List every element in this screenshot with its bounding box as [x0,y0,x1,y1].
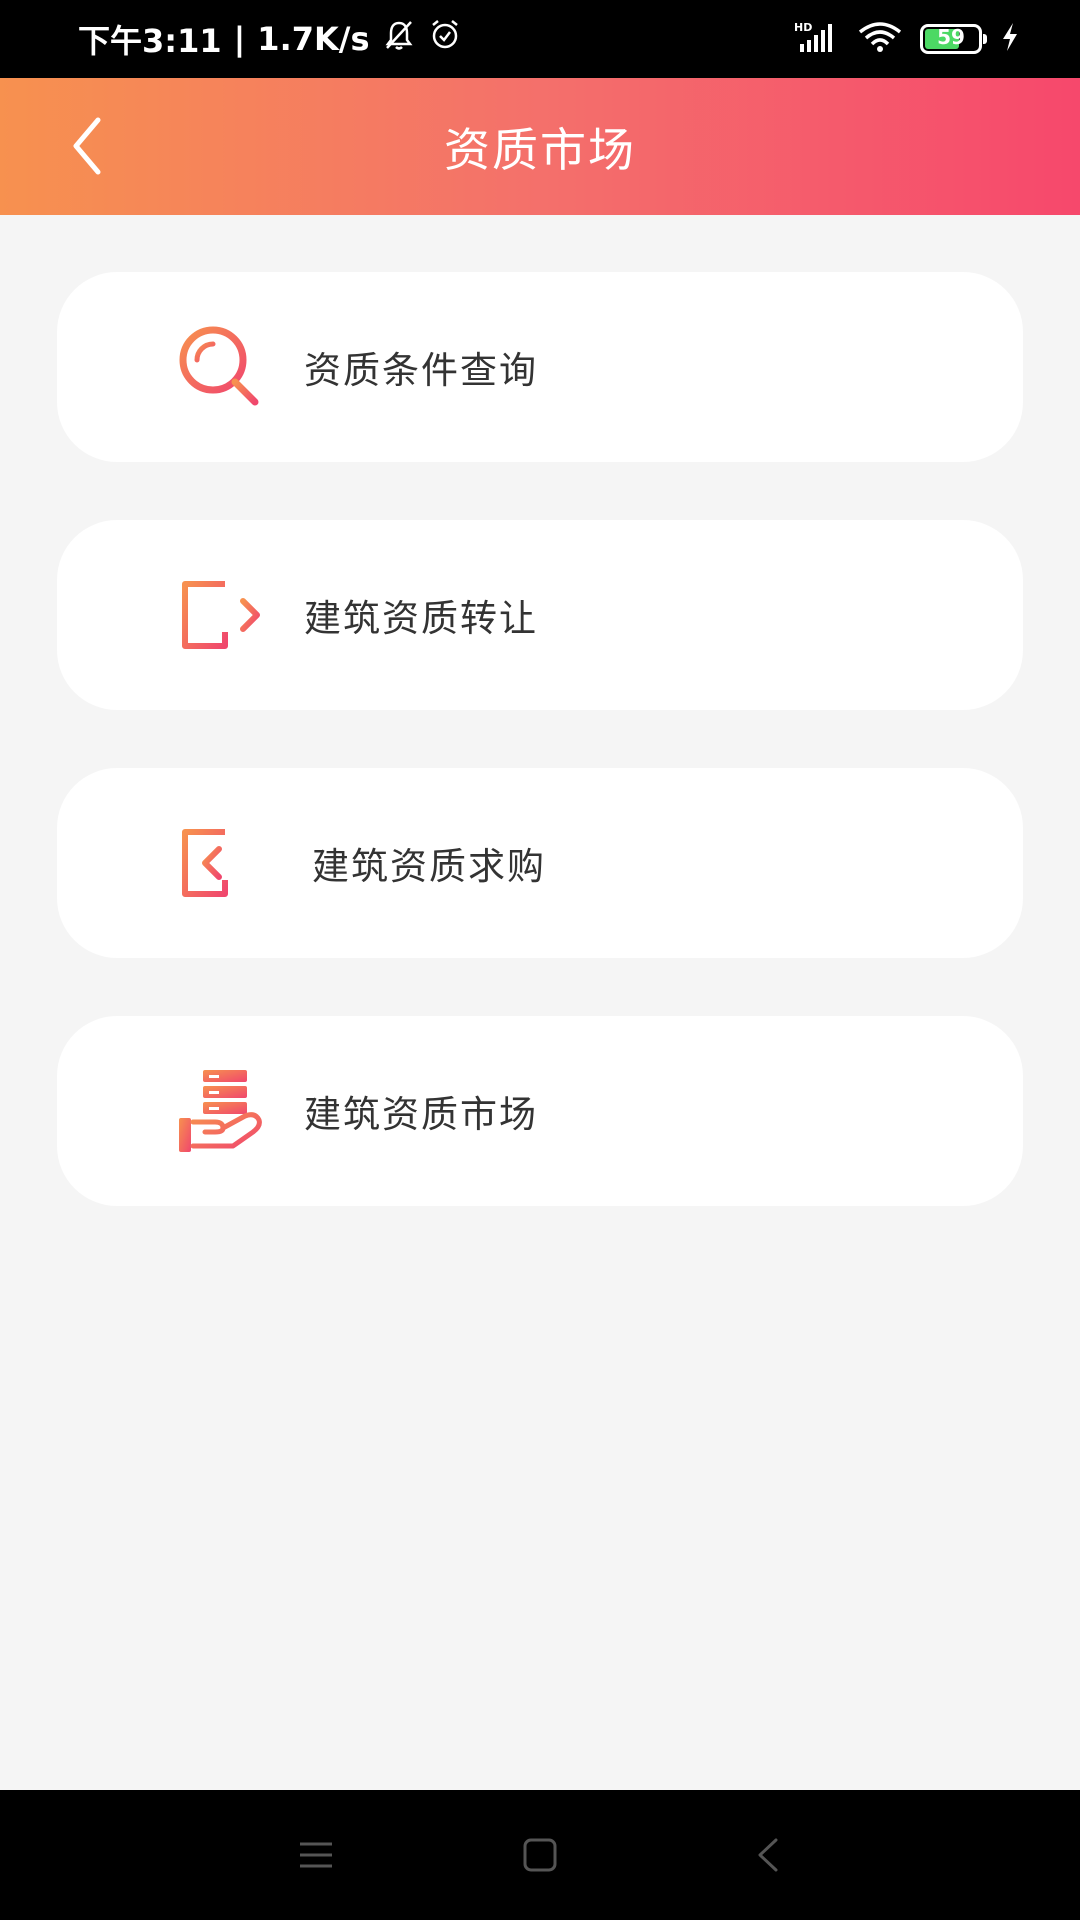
charging-icon [1000,22,1020,56]
menu-item-label: 建筑资质转让 [304,597,538,640]
mute-bell-icon [382,18,416,60]
menu-icon[interactable] [276,1815,356,1895]
search-icon [175,322,265,412]
wifi-icon [858,20,902,58]
menu-item-qualification-transfer[interactable]: 建筑资质转让 [57,520,1023,710]
menu-item-qualification-purchase[interactable]: 建筑资质求购 [57,768,1023,958]
menu-item-qualification-query[interactable]: 资质条件查询 [57,272,1023,462]
hd-signal-icon: HD [794,20,840,58]
menu-list: 资质条件查询 建筑资质转让 建筑资质求购 建筑资质市场 [57,272,1023,1264]
svg-text:HD: HD [794,21,812,34]
status-time: 下午3:11 [78,22,222,60]
export-icon [175,570,265,660]
status-left: 下午3:11 | 1.7K/s [78,0,462,78]
battery-icon: 59 [920,24,987,54]
status-bar: 下午3:11 | 1.7K/s HD 59 [0,0,1080,78]
alarm-icon [428,18,462,60]
hand-stack-icon [175,1066,265,1156]
home-icon[interactable] [500,1815,580,1895]
status-separator: | [233,20,246,58]
menu-item-label: 资质条件查询 [304,349,538,392]
back-icon[interactable] [728,1815,808,1895]
net-speed: 1.7K/s [257,20,370,58]
battery-level: 59 [937,25,965,49]
menu-item-label: 建筑资质求购 [312,845,546,888]
menu-item-qualification-market[interactable]: 建筑资质市场 [57,1016,1023,1206]
system-nav-bar [0,1790,1080,1920]
app-header: 资质市场 [0,78,1080,215]
status-right: HD 59 [794,0,1020,78]
menu-item-label: 建筑资质市场 [304,1093,538,1136]
page-title: 资质市场 [444,122,636,177]
import-icon [175,818,265,908]
